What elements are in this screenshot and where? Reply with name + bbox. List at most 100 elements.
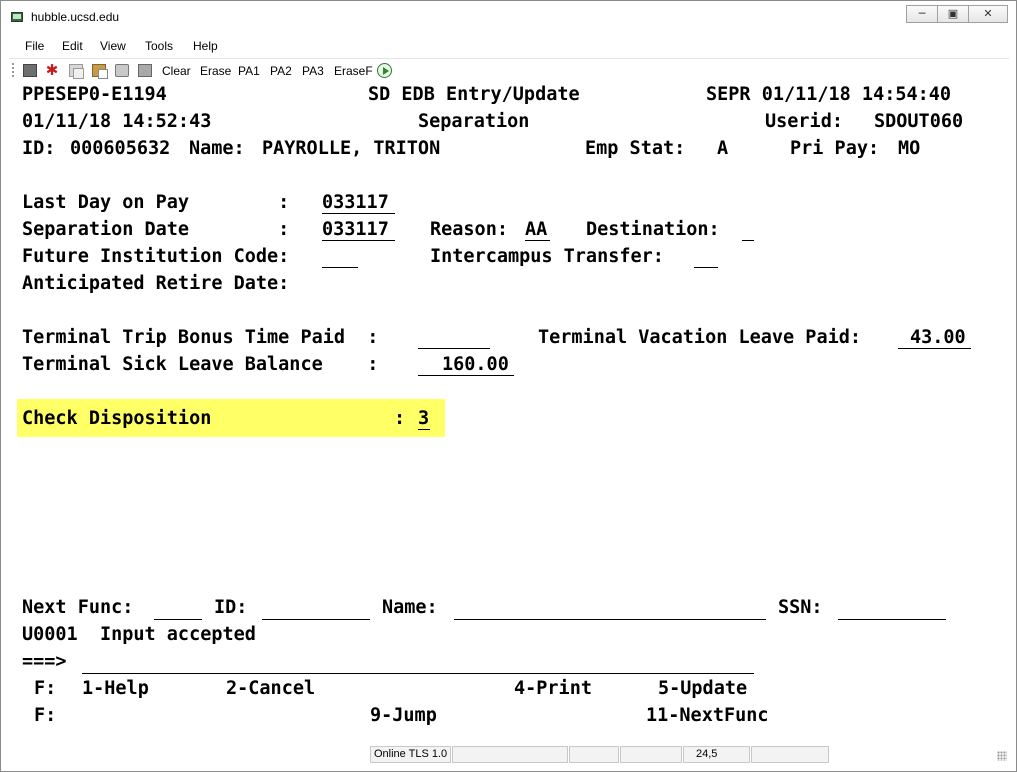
close-button[interactable]: ✕ [968,5,1008,23]
userid-value: SDOUT060 [874,111,964,132]
erasef-button[interactable]: EraseF [334,64,373,78]
separation-date-field[interactable]: 033117 [322,219,389,241]
next-ssn-field[interactable] [838,619,946,620]
vacation-leave-field[interactable]: 43.00 [910,327,966,349]
emp-stat-value: A [717,138,729,159]
pa3-button[interactable]: PA3 [302,64,324,78]
check-disposition-underline [418,429,430,430]
intercampus-underline [694,267,718,268]
session-timestamp: 01/11/18 14:52:43 [22,111,212,132]
command-input[interactable] [82,673,754,674]
cursor-position: 24,5 [683,746,750,763]
fkey-update[interactable]: 5-Update [658,678,747,700]
title-bar: hubble.ucsd.edu ─ ▣ ✕ [1,1,1016,33]
status-message: U0001 Input accepted [22,624,256,645]
name-value: PAYROLLE, TRITON [262,138,441,159]
toolbar-grip[interactable] [12,63,14,79]
id-label: ID: [22,138,56,159]
status-cell-2 [452,746,568,763]
pri-pay-value: MO [898,138,921,159]
fkey-nextfunc[interactable]: 11-NextFunc [646,705,769,727]
toolbar: ✱ Clear Erase PA1 PA2 PA3 EraseF [9,58,1009,82]
next-name-field[interactable] [454,619,766,620]
next-ssn-label: SSN: [778,597,823,618]
menu-edit[interactable]: Edit [62,39,83,53]
retire-date-label: Anticipated Retire Date: [22,273,290,294]
connection-status: Online TLS 1.0 [370,746,451,763]
pri-pay-label: Pri Pay: [790,138,880,159]
print-icon[interactable] [115,64,129,77]
fkey-jump[interactable]: 9-Jump [370,705,437,727]
menu-file[interactable]: File [25,39,44,53]
menu-view[interactable]: View [100,39,126,53]
check-disposition-label: Check Disposition [22,408,212,429]
status-cell-6 [751,746,829,763]
vacation-leave-label: Terminal Vacation Leave Paid: [538,327,862,348]
minimize-button[interactable]: ─ [906,5,938,23]
trip-bonus-label: Terminal Trip Bonus Time Paid : [22,327,379,348]
maple-leaf-icon[interactable]: ✱ [45,63,59,78]
screen-timestamp: SEPR 01/11/18 14:54:40 [706,84,952,105]
close-icon: ✕ [983,7,993,20]
window-title: hubble.ucsd.edu [31,10,120,24]
emp-stat-label: Emp Stat: [585,138,686,159]
fkey-print[interactable]: 4-Print [514,678,592,700]
sick-leave-field[interactable]: 160.00 [442,354,509,376]
menu-tools[interactable]: Tools [145,39,173,53]
reason-label: Reason: [430,219,508,240]
next-name-label: Name: [382,597,438,618]
destination-label: Destination: [586,219,720,240]
terminal-window: hubble.ucsd.edu ─ ▣ ✕ File Edit View Too… [0,0,1017,772]
status-cell-3 [569,746,619,763]
terminal-screen[interactable]: PPESEP0-E1194 SD EDB Entry/Update SEPR 0… [9,81,1009,744]
pa1-button[interactable]: PA1 [238,64,260,78]
separation-date-label: Separation Date : [22,219,290,240]
copy-icon[interactable] [69,64,84,79]
id-value: 000605632 [70,138,171,159]
reason-underline [525,240,550,241]
fkey-row2-label: F: [34,705,57,726]
name-label: Name: [189,138,245,159]
restore-button[interactable]: ▣ [937,5,969,23]
next-func-field[interactable] [154,619,202,620]
next-id-field[interactable] [262,619,370,620]
fkey-help[interactable]: 1-Help [82,678,149,700]
menu-bar: File Edit View Tools Help [9,35,1009,57]
disk-icon[interactable] [23,64,37,77]
screen-id: PPESEP0-E1194 [22,84,167,105]
vacation-leave-underline [898,348,971,349]
destination-underline [742,240,754,241]
run-icon[interactable] [377,63,392,78]
pa2-button[interactable]: PA2 [270,64,292,78]
check-disposition-field[interactable]: 3 [418,408,429,430]
paste-icon[interactable] [92,64,108,79]
fkey-cancel[interactable]: 2-Cancel [226,678,315,700]
properties-icon[interactable] [138,64,152,77]
minimize-icon: ─ [918,7,926,20]
reason-field[interactable]: AA [525,219,547,241]
clear-button[interactable]: Clear [162,64,191,78]
menu-help[interactable]: Help [193,39,218,53]
fkey-row1-label: F: [34,678,57,699]
command-prompt: ===> [22,651,67,672]
sick-leave-label: Terminal Sick Leave Balance : [22,354,379,375]
next-func-label: Next Func: [22,597,134,618]
separation-date-underline [322,240,395,241]
last-day-field[interactable]: 033117 [322,192,389,214]
future-inst-label: Future Institution Code: [22,246,290,267]
screen-subtitle: Separation [418,111,530,132]
restore-icon: ▣ [947,7,959,20]
resize-grip-icon[interactable] [997,751,1007,761]
last-day-label: Last Day on Pay : [22,192,290,213]
sick-leave-underline [418,375,514,376]
terminal-app-icon [11,12,23,22]
erase-button[interactable]: Erase [200,64,231,78]
screen-title: SD EDB Entry/Update [368,84,580,105]
status-bar: Online TLS 1.0 24,5 [9,745,1009,765]
last-day-underline [322,213,395,214]
status-cell-4 [620,746,682,763]
intercampus-label: Intercampus Transfer: [430,246,664,267]
userid-label: Userid: [765,111,843,132]
future-inst-underline [322,267,358,268]
next-id-label: ID: [214,597,248,618]
